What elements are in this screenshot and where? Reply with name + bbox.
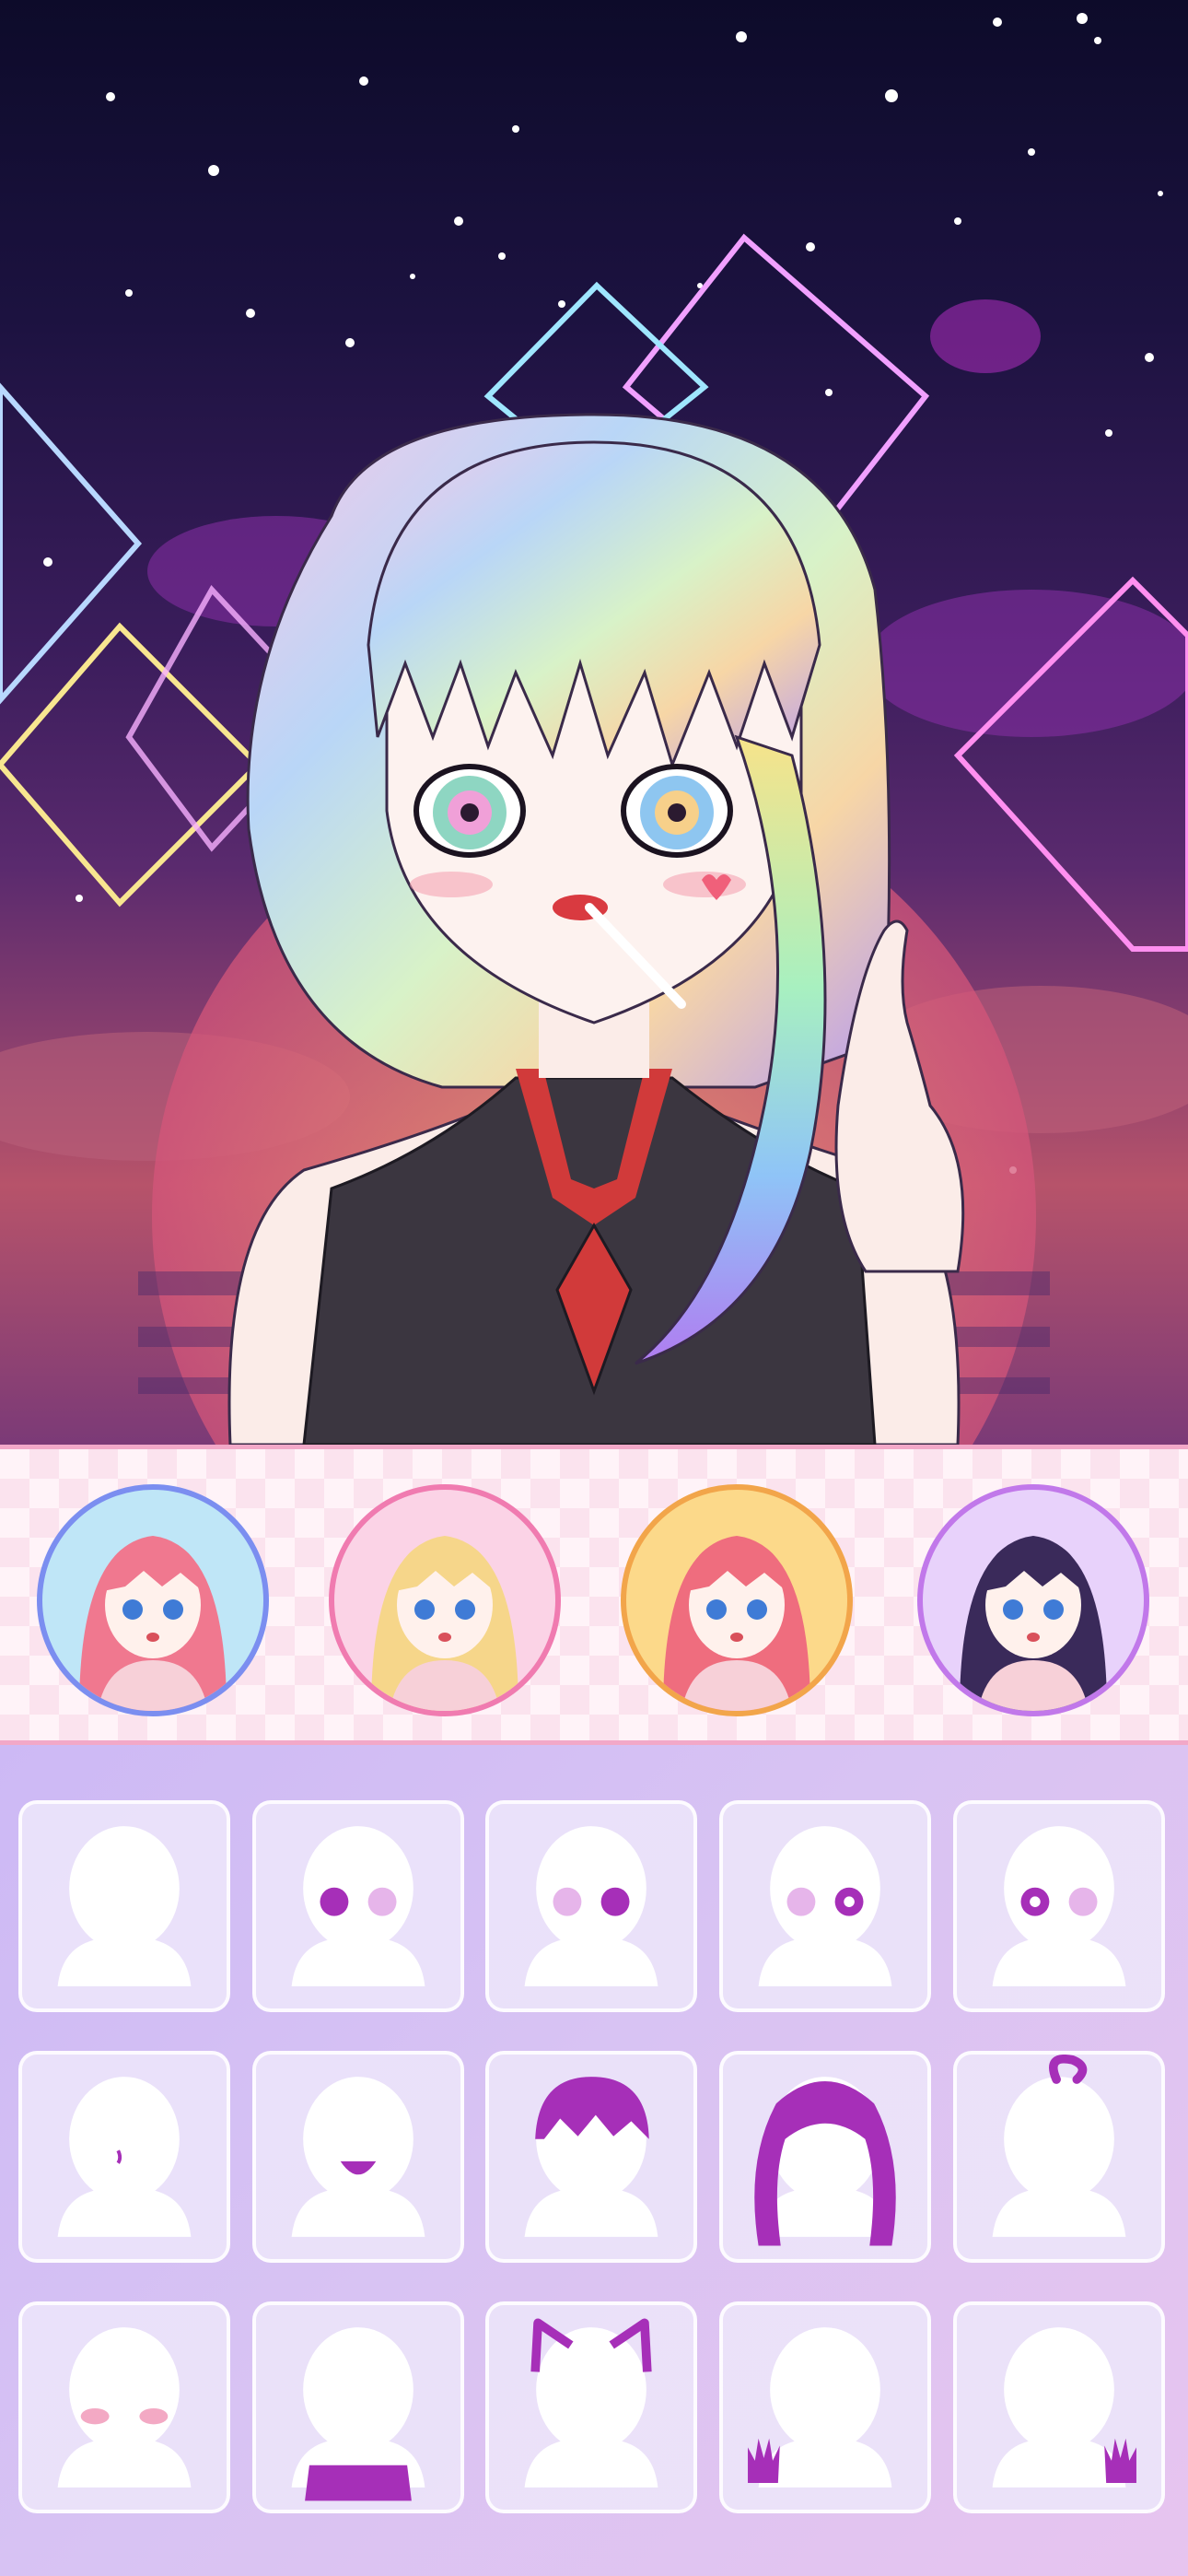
character-preview [0, 0, 1188, 1445]
star-pupils-icon [758, 1826, 892, 1986]
slot-clothes[interactable] [252, 2301, 464, 2513]
preset-carousel[interactable] [0, 1445, 1188, 1745]
slot-eyes-left[interactable] [252, 1800, 464, 2012]
preset-avatar-1[interactable] [37, 1484, 269, 1716]
eyes-icon [291, 1826, 425, 1986]
character-avatar [227, 413, 965, 1445]
slot-ahoge[interactable] [953, 2051, 1165, 2263]
slot-eyes-right[interactable] [485, 1800, 697, 2012]
preset-1-portrait [79, 1536, 227, 1711]
blush-icon [57, 2327, 192, 2488]
base-silhouette-icon [57, 1826, 192, 1986]
eye-highlights-icon [992, 1826, 1126, 1986]
nose-icon [57, 2077, 192, 2237]
clothes-icon [291, 2327, 425, 2501]
slot-blush[interactable] [18, 2301, 230, 2513]
slot-back-hair[interactable] [719, 2051, 931, 2263]
slot-base-body[interactable] [18, 1800, 230, 2012]
ahoge-icon [992, 2055, 1126, 2237]
mouth-icon [291, 2077, 425, 2237]
background-scene [0, 13, 1188, 1445]
preset-4-portrait [960, 1536, 1107, 1711]
slot-right-hand[interactable] [953, 2301, 1165, 2513]
slot-front-hair[interactable] [485, 2051, 697, 2263]
slot-left-hand[interactable] [719, 2301, 931, 2513]
back-hair-icon [754, 2077, 896, 2246]
cat-ears-icon [524, 2318, 658, 2488]
right-hand-icon [992, 2327, 1136, 2488]
preset-3-portrait [663, 1536, 810, 1711]
eyes-alt-icon [524, 1826, 658, 1986]
left-hand-icon [748, 2327, 892, 2488]
category-grid [0, 1745, 1188, 2576]
slot-pupils[interactable] [719, 1800, 931, 2012]
slot-cat-ears[interactable] [485, 2301, 697, 2513]
preset-avatar-4[interactable] [917, 1484, 1149, 1716]
preset-2-portrait [371, 1536, 518, 1711]
slot-mouth[interactable] [252, 2051, 464, 2263]
slot-highlights[interactable] [953, 1800, 1165, 2012]
preset-avatar-2[interactable] [329, 1484, 561, 1716]
front-hair-icon [524, 2077, 658, 2237]
preset-avatar-3[interactable] [621, 1484, 853, 1716]
slot-nose[interactable] [18, 2051, 230, 2263]
